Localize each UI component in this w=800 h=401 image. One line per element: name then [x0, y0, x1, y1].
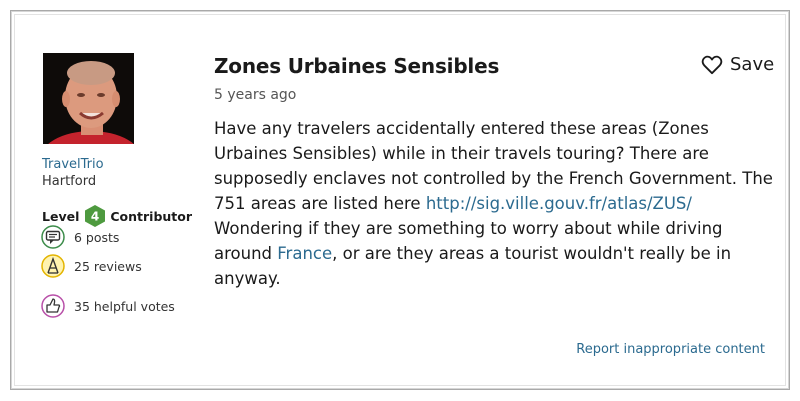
username-link[interactable]: TravelTrio [42, 157, 104, 172]
report-link[interactable]: Report inappropriate content [576, 342, 765, 357]
atlas-zus-link[interactable]: http://sig.ville.gouv.fr/atlas/ZUS/ [426, 194, 692, 213]
stat-helpful-votes[interactable]: 35 helpful votes [41, 294, 175, 318]
post-title: Zones Urbaines Sensibles [214, 54, 500, 78]
save-label: Save [730, 54, 775, 75]
forum-post-card: TravelTrio Hartford Level 4 Contributor … [10, 10, 790, 390]
level-suffix: Contributor [110, 208, 193, 224]
heart-icon [701, 55, 723, 74]
avatar[interactable] [43, 53, 134, 144]
post-body: Have any travelers accidentally entered … [214, 116, 779, 291]
stat-helpful-votes-label: 35 helpful votes [74, 298, 175, 314]
france-link[interactable]: France [277, 244, 332, 263]
stat-reviews[interactable]: 25 reviews [41, 254, 142, 278]
stat-posts[interactable]: 6 posts [41, 225, 119, 249]
level-prefix: Level [42, 208, 80, 224]
post-timestamp: 5 years ago [214, 87, 297, 103]
stat-reviews-label: 25 reviews [74, 258, 142, 274]
save-button[interactable]: Save [701, 54, 774, 75]
reviews-icon [41, 254, 65, 278]
level-number: 4 [91, 210, 99, 224]
posts-icon [41, 225, 65, 249]
helpful-votes-icon [41, 294, 65, 318]
stat-posts-label: 6 posts [74, 229, 120, 245]
hometown: Hartford [42, 174, 97, 189]
